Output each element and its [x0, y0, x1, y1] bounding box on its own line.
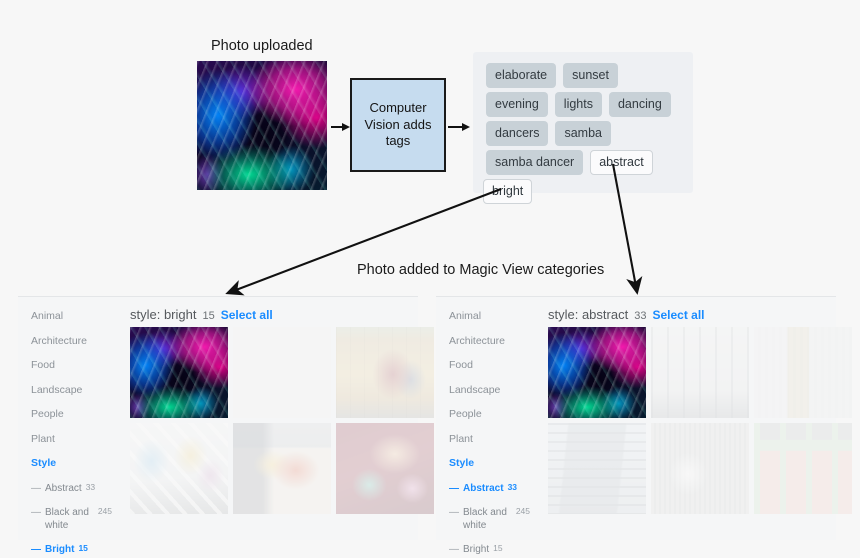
- sidebar-subitem-bright[interactable]: — Bright 15: [449, 543, 530, 556]
- subitem-dash-icon: —: [449, 543, 459, 555]
- subitem-count: 245: [515, 505, 530, 516]
- tag-row: samba dancer abstract: [473, 150, 693, 175]
- uploaded-photo-thumbnail: [197, 61, 327, 190]
- diagram-canvas: Photo uploaded Computer Vision adds tags…: [0, 0, 860, 558]
- sidebar-item-food[interactable]: Food: [31, 359, 112, 371]
- tag-pill-bright[interactable]: bright: [483, 179, 533, 204]
- magic-view-title: style: bright: [130, 307, 197, 322]
- tag-pill-samba[interactable]: samba: [555, 121, 612, 146]
- thumbnail-mural-vehicle-photo[interactable]: [336, 327, 434, 418]
- thumbnail-graffiti-wall-photo[interactable]: [130, 423, 228, 514]
- tag-pill-sunset[interactable]: sunset: [563, 63, 618, 88]
- magic-view-count: 15: [202, 310, 215, 322]
- magic-view-header: style: abstract 33 Select all: [548, 307, 704, 322]
- thumbnail-overlay: [754, 327, 852, 418]
- sidebar-subitem-bright[interactable]: — Bright 15: [31, 543, 112, 556]
- sidebar-subitem-black-and-white[interactable]: — Black and white 245: [31, 506, 112, 532]
- thumbnail-columns-photo[interactable]: [754, 327, 852, 418]
- sidebar-subitem-abstract[interactable]: — Abstract 33: [449, 482, 530, 495]
- subitem-count: 33: [85, 481, 96, 492]
- thumbnail-overlay: [336, 423, 434, 514]
- thumbnail-overlay: [233, 423, 331, 514]
- abstract-artwork-image: [197, 61, 327, 190]
- thumbnail-overlay: [754, 423, 852, 514]
- magic-view-sidebar: Animal Architecture Food Landscape People Pla…: [436, 297, 530, 555]
- magic-view-thumbnail-grid: [130, 327, 434, 514]
- subitem-dash-icon: —: [31, 482, 41, 494]
- magic-view-sidebar: Animal Architecture Food Landscape People Pla…: [18, 297, 112, 555]
- tag-row: elaborate sunset: [473, 52, 693, 88]
- thumbnail-overlay: [651, 327, 749, 418]
- subitem-label: Black and white: [463, 506, 507, 531]
- thumbnail-overlay: [548, 423, 646, 514]
- thumbnail-overlay: [651, 423, 749, 514]
- sidebar-item-style[interactable]: Style: [31, 457, 112, 469]
- tag-pill-lights[interactable]: lights: [554, 92, 602, 117]
- sidebar-item-architecture[interactable]: Architecture: [449, 335, 530, 347]
- sidebar-item-food[interactable]: Food: [449, 359, 530, 371]
- thumbnail-overlay: [233, 327, 331, 418]
- generated-tags-panel: elaborate sunset evening lights dancing dance…: [473, 52, 693, 204]
- sidebar-item-style[interactable]: Style: [449, 457, 530, 469]
- thumbnail-uploaded-abstract-photo[interactable]: [548, 327, 646, 418]
- thumbnail-overlay: [130, 423, 228, 514]
- sidebar-item-plant[interactable]: Plant: [31, 433, 112, 445]
- thumbnail-street-facade-photo[interactable]: [651, 327, 749, 418]
- thumbnail-painted-bus-photo[interactable]: [233, 423, 331, 514]
- magic-view-panel-abstract: Animal Architecture Food Landscape People Pla…: [436, 296, 852, 555]
- tag-pill-dancing[interactable]: dancing: [608, 92, 671, 117]
- sidebar-item-animal[interactable]: Animal: [31, 310, 112, 322]
- sidebar-item-people[interactable]: People: [31, 408, 112, 420]
- thumbnail-pink-creature-photo[interactable]: [233, 327, 331, 418]
- magic-view-header: style: bright 15 Select all: [130, 307, 273, 322]
- thumbnail-graffiti-red-photo[interactable]: [336, 423, 434, 514]
- tag-pill-abstract[interactable]: abstract: [590, 150, 653, 175]
- subitem-dash-icon: —: [449, 506, 459, 518]
- tag-pill-evening[interactable]: evening: [486, 92, 548, 117]
- subitem-dash-icon: —: [449, 482, 459, 494]
- sidebar-item-people[interactable]: People: [449, 408, 530, 420]
- tag-pill-elaborate[interactable]: elaborate: [486, 63, 557, 88]
- sidebar-subitem-black-and-white[interactable]: — Black and white 245: [449, 506, 530, 532]
- thumbnail-pink-green-wall-photo[interactable]: [754, 423, 852, 514]
- sidebar-item-landscape[interactable]: Landscape: [449, 384, 530, 396]
- thumbnail-fence-mural-photo[interactable]: [651, 423, 749, 514]
- tag-row: bright: [473, 179, 693, 204]
- subitem-label: Bright: [45, 543, 75, 555]
- tag-pill-samba-dancer[interactable]: samba dancer: [486, 150, 584, 175]
- sidebar-subitem-abstract[interactable]: — Abstract 33: [31, 482, 112, 495]
- select-all-link[interactable]: Select all: [221, 308, 273, 322]
- subitem-label: Black and white: [45, 506, 89, 531]
- tag-pill-dancers[interactable]: dancers: [486, 121, 549, 146]
- magic-view-title: style: abstract: [548, 307, 629, 322]
- thumbnail-image: [130, 327, 228, 418]
- subitem-dash-icon: —: [31, 543, 41, 555]
- tag-row: evening lights dancing: [473, 92, 693, 117]
- subitem-count: 245: [97, 505, 112, 516]
- sidebar-item-landscape[interactable]: Landscape: [31, 384, 112, 396]
- magic-view-panel-bright: Animal Architecture Food Landscape People Pla…: [18, 296, 434, 555]
- thumbnail-overlay: [336, 327, 434, 418]
- computer-vision-process-box: Computer Vision adds tags: [350, 78, 446, 172]
- photo-uploaded-label: Photo uploaded: [211, 38, 313, 54]
- sidebar-item-plant[interactable]: Plant: [449, 433, 530, 445]
- thumbnail-image: [548, 327, 646, 418]
- thumbnail-building-photo[interactable]: [548, 423, 646, 514]
- sidebar-item-animal[interactable]: Animal: [449, 310, 530, 322]
- thumbnail-uploaded-abstract-photo[interactable]: [130, 327, 228, 418]
- subitem-label: Abstract: [45, 482, 82, 494]
- magic-view-count: 33: [634, 310, 647, 322]
- subitem-dash-icon: —: [31, 506, 41, 518]
- computer-vision-process-label: Computer Vision adds tags: [364, 100, 432, 149]
- select-all-link[interactable]: Select all: [652, 308, 704, 322]
- sidebar-item-architecture[interactable]: Architecture: [31, 335, 112, 347]
- subitem-label: Abstract: [463, 482, 504, 494]
- subitem-count: 15: [78, 542, 88, 553]
- subitem-label: Bright: [463, 543, 490, 555]
- magic-view-caption: Photo added to Magic View categories: [357, 262, 605, 278]
- subitem-count: 33: [507, 481, 518, 492]
- magic-view-thumbnail-grid: [548, 327, 852, 514]
- subitem-count: 15: [493, 542, 503, 553]
- tag-row: dancers samba: [473, 121, 693, 146]
